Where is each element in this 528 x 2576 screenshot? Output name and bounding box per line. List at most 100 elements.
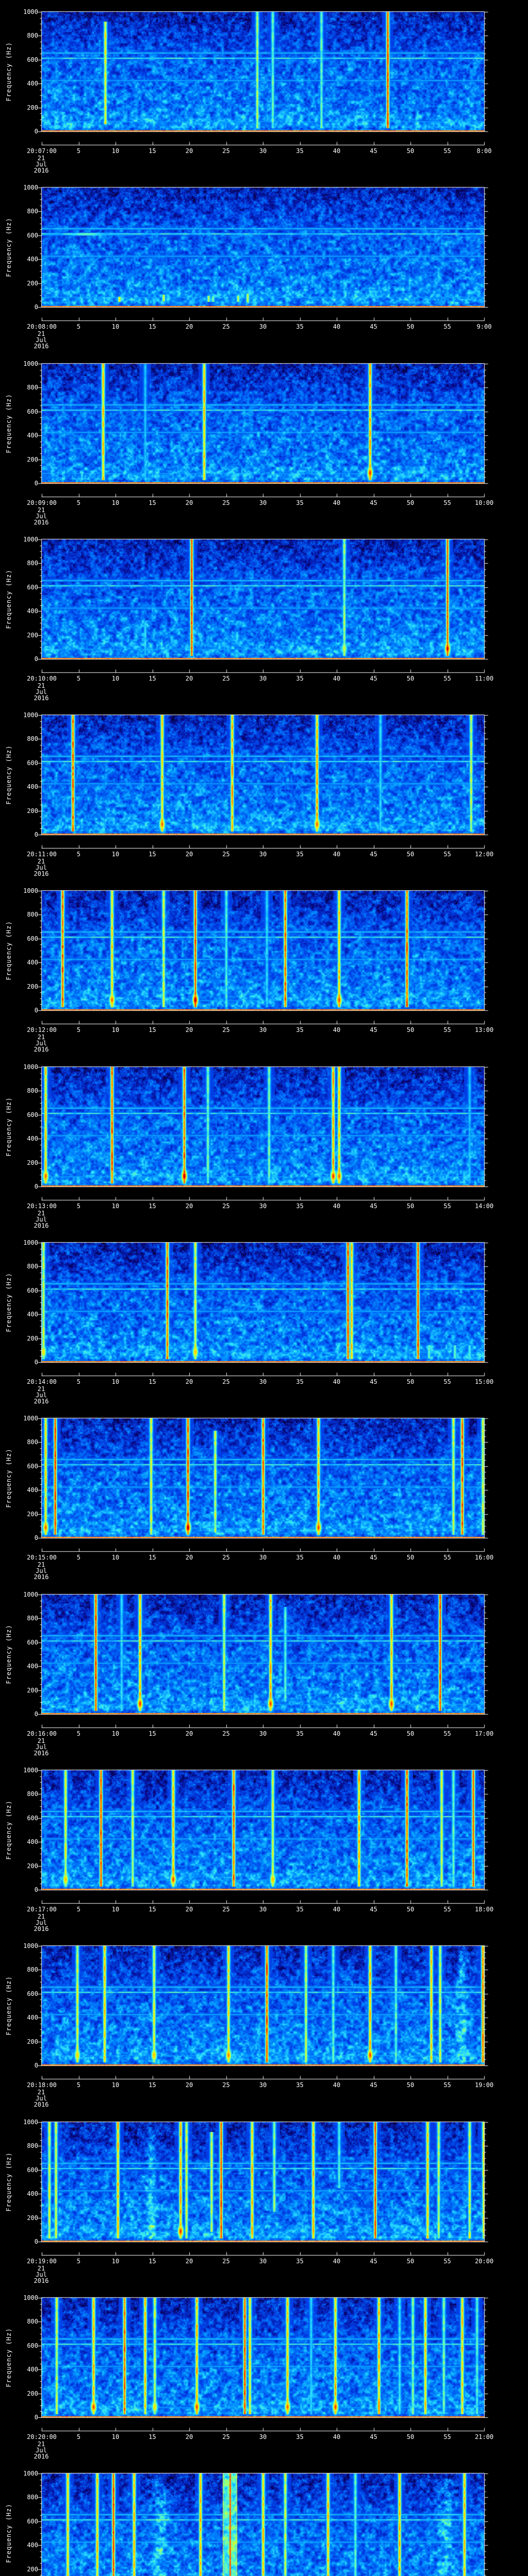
x-tick-label: 45 — [370, 1378, 377, 1385]
x-tick-label: 40 — [333, 851, 341, 858]
y-tick-label: 1000 — [23, 8, 38, 15]
x-end-label: 9:00 — [476, 323, 492, 330]
x-tick-label: 25 — [222, 2258, 230, 2265]
spectrogram-panel: Frequency (Hz) 0 200 400 600 800 1000 20:10:00… — [0, 528, 528, 704]
y-tick-label: 400 — [27, 1311, 38, 1318]
y-tick-label: 400 — [27, 783, 38, 791]
x-tick-label: 50 — [406, 1026, 415, 1033]
x-tick-label: 25 — [222, 1730, 230, 1737]
x-start-label: 20:10:00 — [27, 675, 57, 682]
x-tick-label: 25 — [222, 499, 230, 506]
y-tick-label: 200 — [27, 2565, 38, 2573]
y-tick-label: 200 — [27, 1159, 38, 1166]
y-tick-label: 1000 — [23, 887, 38, 894]
y-tick-label: 400 — [27, 2190, 38, 2198]
x-tick-label: 55 — [443, 2433, 451, 2441]
y-tick-label: 1000 — [23, 536, 38, 543]
x-tick-label: 15 — [148, 2433, 156, 2441]
x-tick-label: 5 — [76, 1554, 81, 1561]
y-tick-label: 800 — [27, 2494, 38, 2501]
x-tick-label: 15 — [148, 1378, 156, 1385]
x-tick-label: 55 — [443, 1730, 451, 1737]
x-tick-label: 20 — [185, 2081, 193, 2089]
x-start-label: 20:19:00 — [27, 2258, 57, 2265]
x-tick-label: 5 — [76, 1378, 81, 1385]
y-tick-label: 800 — [27, 735, 38, 743]
x-tick-label: 20 — [185, 147, 193, 155]
x-tick-label: 40 — [333, 1202, 341, 1210]
x-tick-label: 50 — [406, 323, 415, 330]
y-tick-label: 1000 — [23, 360, 38, 367]
x-tick-label: 30 — [259, 1554, 267, 1561]
x-start-label: 20:17:00 — [27, 1906, 57, 1913]
x-tick-label: 50 — [406, 851, 415, 858]
x-tick-label: 15 — [148, 2258, 156, 2265]
x-end-label: 10:00 — [474, 499, 494, 506]
y-axis-title: Frequency (Hz) — [5, 569, 12, 629]
y-tick-label: 400 — [27, 1486, 38, 1494]
x-tick-label: 55 — [443, 675, 451, 682]
y-tick-label: 200 — [27, 455, 38, 463]
y-tick-label: 0 — [34, 303, 38, 311]
y-tick-label: 800 — [27, 208, 38, 215]
y-tick-label: 400 — [27, 2366, 38, 2374]
y-tick-label: 1000 — [23, 1063, 38, 1071]
x-tick-label: 40 — [333, 675, 341, 682]
y-tick-label: 800 — [27, 32, 38, 40]
x-tick-label: 55 — [443, 1202, 451, 1210]
x-tick-label: 15 — [148, 1026, 156, 1033]
date-line: 2016 — [34, 1398, 49, 1405]
x-tick-label: 20 — [185, 499, 193, 506]
x-tick-label: 25 — [222, 2433, 230, 2441]
spectrogram-panel: Frequency (Hz) 0 200 400 600 800 1000 20:09:00… — [0, 352, 528, 528]
date-line: 2016 — [34, 519, 49, 526]
y-tick-label: 200 — [27, 2389, 38, 2397]
y-tick-label: 800 — [27, 911, 38, 919]
y-tick-label: 800 — [27, 1263, 38, 1270]
y-tick-label: 400 — [27, 2014, 38, 2022]
x-tick-label: 35 — [296, 2081, 304, 2089]
x-tick-label: 55 — [443, 1906, 451, 1913]
x-start-label: 20:14:00 — [27, 1378, 57, 1385]
x-tick-label: 30 — [259, 2258, 267, 2265]
x-tick-label: 10 — [111, 2433, 120, 2441]
x-tick-label: 55 — [443, 499, 451, 506]
y-tick-label: 600 — [27, 1286, 38, 1294]
y-tick-label: 400 — [27, 80, 38, 88]
x-end-label: 16:00 — [474, 1554, 494, 1561]
y-tick-label: 1000 — [23, 1239, 38, 1246]
y-tick-label: 800 — [27, 1615, 38, 1622]
x-tick-label: 10 — [111, 851, 120, 858]
x-tick-label: 5 — [76, 1730, 81, 1737]
spectrogram-panel-stack: Frequency (Hz) 0 200 400 600 800 1000 20:07:00… — [0, 0, 528, 2576]
x-tick-label: 40 — [333, 1026, 341, 1033]
x-tick-label: 15 — [148, 675, 156, 682]
y-tick-label: 600 — [27, 1814, 38, 1822]
y-tick-label: 800 — [27, 1790, 38, 1798]
spectrogram-panel: Frequency (Hz) 0 200 400 600 800 1000 20:14:00… — [0, 1231, 528, 1407]
x-tick-label: 30 — [259, 1026, 267, 1033]
x-tick-label: 45 — [370, 2258, 377, 2265]
y-tick-label: 0 — [34, 831, 38, 838]
y-tick-label: 600 — [27, 2517, 38, 2525]
x-tick-label: 10 — [111, 323, 120, 330]
x-tick-label: 45 — [370, 1026, 377, 1033]
x-tick-label: 25 — [222, 675, 230, 682]
x-start-label: 20:08:00 — [27, 323, 57, 330]
x-tick-label: 30 — [259, 2433, 267, 2441]
y-tick-label: 0 — [34, 655, 38, 663]
y-axis-title: Frequency (Hz) — [5, 2503, 12, 2563]
y-tick-label: 800 — [27, 384, 38, 392]
x-end-label: 20:00 — [474, 2258, 494, 2265]
x-tick-label: 20 — [185, 1202, 193, 1210]
x-tick-label: 50 — [406, 147, 415, 155]
x-start-label: 20:18:00 — [27, 2081, 57, 2089]
x-tick-label: 25 — [222, 2081, 230, 2089]
x-tick-label: 30 — [259, 147, 267, 155]
x-tick-label: 20 — [185, 1730, 193, 1737]
x-tick-label: 5 — [76, 2258, 81, 2265]
y-tick-label: 400 — [27, 959, 38, 967]
date-line: 2016 — [34, 2277, 49, 2284]
y-tick-label: 600 — [27, 408, 38, 415]
y-tick-label: 0 — [34, 2238, 38, 2245]
